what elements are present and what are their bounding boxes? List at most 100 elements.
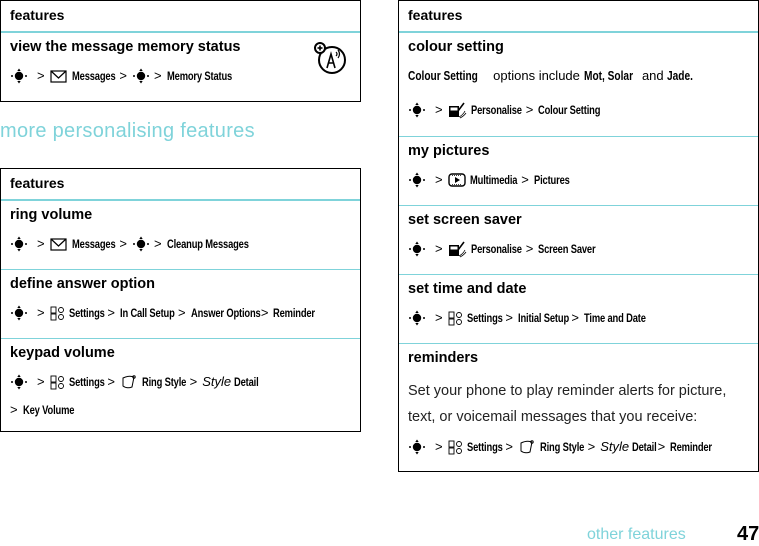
feature-description: Set your phone to play reminder alerts f… [408, 378, 749, 430]
menu-item-settings: Settings [466, 311, 503, 325]
menu-path: > Personalise > Screen Saver [408, 232, 749, 266]
menu-item-messages: Messages [71, 237, 116, 251]
menu-item-style: Style [202, 374, 232, 389]
term-jade: Jade. [667, 68, 694, 83]
personalising-table-left: features ring volume > Messages > > Clea… [0, 168, 361, 432]
nav-key-icon [132, 68, 149, 84]
nav-key-icon [11, 305, 27, 321]
memory-status-table: features view the message memory status … [0, 0, 361, 102]
bell-icon [520, 440, 534, 454]
table-row: my pictures > Multimedia > Pictures [399, 137, 758, 206]
separator: > [435, 439, 443, 454]
menu-path: > Settings > In Call Setup > Answer Opti… [10, 296, 351, 330]
network-accessory-icon [314, 42, 346, 74]
menu-path: > Multimedia > Pictures [408, 163, 749, 197]
feature-title: set screen saver [408, 212, 522, 228]
separator: > [435, 102, 443, 117]
nav-key-icon [11, 374, 27, 390]
term-options: Mot, Solar [583, 68, 633, 83]
table-row: define answer option > Settings > In Cal… [1, 270, 360, 339]
separator: > [37, 236, 45, 251]
separator: > [178, 305, 186, 320]
separator: > [107, 374, 115, 389]
nav-key-icon [409, 172, 425, 188]
table-header: features [1, 169, 360, 201]
menu-item-reminder: Reminder [670, 440, 713, 454]
separator: > [657, 439, 666, 454]
separator: > [37, 305, 45, 320]
description-text: and [638, 68, 668, 83]
menu-item-reminder: Reminder [273, 306, 316, 320]
menu-item-settings: Settings [466, 440, 503, 454]
menu-item-screen-saver: Screen Saver [538, 242, 596, 256]
menu-item-answer-options: Answer Options [190, 306, 261, 320]
menu-item-detail: Detail [632, 440, 657, 454]
separator: > [37, 374, 45, 389]
separator: > [435, 310, 443, 325]
table-header: features [1, 1, 360, 33]
description-line: Set your phone to play reminder alerts f… [408, 383, 727, 399]
separator: > [153, 68, 162, 83]
feature-title: view the message memory status [10, 39, 241, 55]
section-heading: more personalising features [0, 120, 255, 142]
settings-icon [50, 375, 64, 389]
menu-item-colour-setting: Colour Setting [538, 103, 601, 117]
separator: > [521, 172, 529, 187]
menu-item-key-volume: Key Volume [22, 403, 74, 417]
nav-key-icon [409, 439, 425, 455]
personalise-icon [447, 101, 467, 119]
footer-section-label: other features [587, 526, 686, 543]
menu-path: > Settings > Initial Setup > Time and Da… [408, 301, 749, 335]
feature-title: colour setting [408, 39, 504, 55]
separator: > [189, 374, 198, 389]
settings-icon [50, 306, 64, 320]
table-row: colour setting Colour Setting options in… [399, 33, 758, 137]
menu-item-multimedia: Multimedia [469, 173, 517, 187]
nav-key-icon [409, 102, 425, 118]
menu-item-initial-setup: Initial Setup [517, 311, 569, 325]
personalise-icon [447, 240, 467, 258]
envelope-icon [49, 69, 67, 83]
settings-icon [448, 440, 462, 454]
term-colour-setting: Colour Setting [408, 68, 478, 83]
bell-icon [122, 375, 136, 389]
separator: > [587, 439, 596, 454]
menu-path: > Personalise > Colour Setting [408, 93, 749, 127]
menu-item-pictures: Pictures [533, 173, 570, 187]
nav-key-icon [132, 236, 149, 252]
description-text: options include [489, 68, 584, 83]
separator: > [153, 236, 162, 251]
menu-item-detail: Detail [234, 375, 259, 389]
separator: > [505, 310, 513, 325]
table-row: set screen saver > Personalise > Screen … [399, 206, 758, 275]
nav-key-icon [409, 241, 425, 257]
table-row: keypad volume > Settings > Ring Style > … [1, 339, 360, 431]
feature-title: my pictures [408, 143, 490, 159]
menu-item-personalise: Personalise [470, 103, 522, 117]
menu-item-in-call-setup: In Call Setup [119, 306, 175, 320]
feature-description: Colour Setting options include Mot, Sola… [408, 59, 749, 93]
table-header: features [399, 1, 758, 33]
separator: > [525, 241, 534, 256]
settings-icon [448, 311, 462, 325]
menu-path: > Messages > > Memory Status [10, 59, 351, 93]
menu-item-settings: Settings [68, 375, 105, 389]
feature-title: keypad volume [10, 345, 115, 361]
separator: > [505, 439, 513, 454]
menu-item-style: Style [600, 439, 630, 454]
menu-item-cleanup-messages: Cleanup Messages [166, 237, 249, 251]
menu-path: > Settings > Ring Style > Style Detail >… [408, 430, 749, 464]
feature-title: set time and date [408, 281, 527, 297]
nav-key-icon [11, 236, 27, 252]
nav-key-icon [409, 310, 425, 326]
menu-item-settings: Settings [68, 306, 105, 320]
personalising-table-right: features colour setting Colour Setting o… [398, 0, 759, 472]
table-row: set time and date > Settings > Initial S… [399, 275, 758, 344]
menu-item-personalise: Personalise [470, 242, 522, 256]
separator: > [525, 102, 534, 117]
menu-item-ring-style: Ring Style [141, 375, 187, 389]
menu-item-memory-status: Memory Status [166, 69, 232, 83]
table-row: ring volume > Messages > > Cleanup Messa… [1, 201, 360, 270]
page-number: 47 [737, 523, 759, 545]
menu-path-continued: > Key Volume [10, 399, 351, 421]
